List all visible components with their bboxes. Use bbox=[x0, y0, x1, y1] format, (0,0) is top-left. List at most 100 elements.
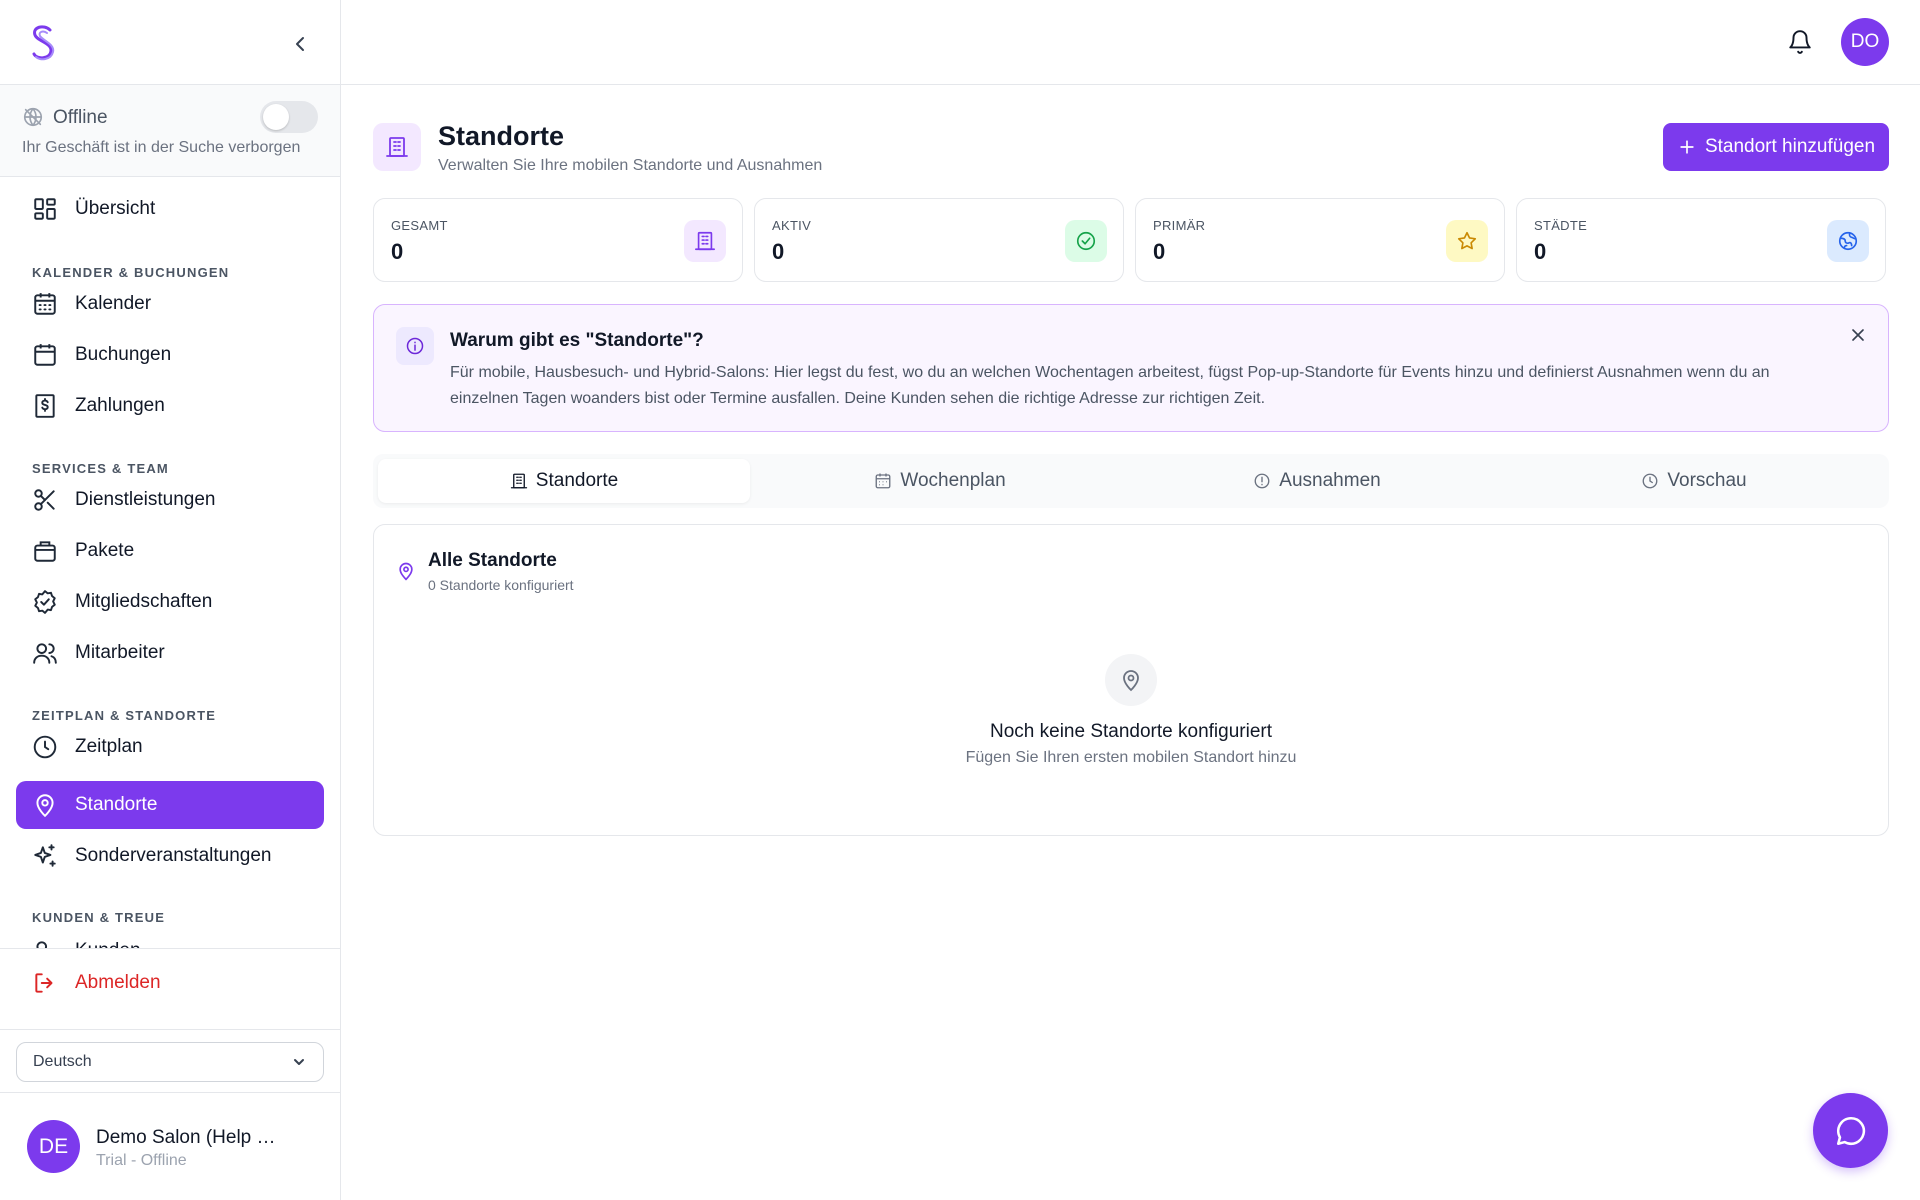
tab-label: Standorte bbox=[535, 470, 619, 491]
page-subtitle: Verwalten Sie Ihre mobilen Standorte und… bbox=[438, 157, 823, 174]
panel-title: Alle Standorte bbox=[428, 550, 557, 571]
stat-label: GESAMT bbox=[391, 218, 448, 233]
nav-section-services: SERVICES & TEAM bbox=[32, 461, 169, 476]
chevron-down-icon bbox=[294, 1059, 304, 1065]
sidebar-item-label: Kalender bbox=[75, 293, 152, 314]
main-content: Standorte Verwalten Sie Ihre mobilen Sta… bbox=[341, 85, 1920, 1200]
sidebar-item-locations[interactable]: Standorte bbox=[16, 781, 324, 829]
calendar-icon bbox=[875, 473, 891, 489]
info-icon bbox=[406, 337, 424, 355]
dashboard-icon bbox=[34, 198, 56, 220]
stat-card-cities: STÄDTE 0 bbox=[1516, 198, 1886, 282]
sidebar-item-special-events[interactable]: Sonderveranstaltungen bbox=[16, 832, 324, 880]
stat-value: 0 bbox=[391, 239, 404, 264]
stat-icon bbox=[1446, 220, 1488, 262]
stat-label: AKTIV bbox=[772, 218, 812, 233]
globe-off-icon bbox=[23, 107, 43, 127]
stat-value: 0 bbox=[1153, 239, 1166, 264]
stat-value: 0 bbox=[1534, 239, 1547, 264]
user-profile[interactable]: DE Demo Salon (Help … Trial - Offline bbox=[0, 1093, 340, 1200]
sidebar-item-schedule[interactable]: Zeitplan bbox=[16, 723, 324, 771]
empty-state-subtitle: Fügen Sie Ihren ersten mobilen Standort … bbox=[965, 749, 1297, 766]
sidebar-nav: Übersicht KALENDER & BUCHUNGEN Kalender … bbox=[0, 177, 340, 949]
tab-weekly-plan[interactable]: Wochenplan bbox=[754, 459, 1126, 503]
chat-button[interactable] bbox=[1813, 1093, 1888, 1168]
star-icon bbox=[1457, 231, 1477, 250]
globe-icon bbox=[1838, 231, 1858, 251]
stat-card-total: GESAMT 0 bbox=[373, 198, 743, 282]
logout-button[interactable]: Abmelden bbox=[32, 970, 161, 996]
locations-panel: Alle Standorte 0 Standorte konfiguriert … bbox=[373, 524, 1889, 836]
logout-icon bbox=[35, 973, 53, 993]
building-icon bbox=[695, 231, 715, 251]
user-name: Demo Salon (Help … bbox=[96, 1127, 276, 1148]
sidebar-item-overview[interactable]: Übersicht bbox=[16, 185, 324, 233]
tab-label: Vorschau bbox=[1667, 470, 1747, 491]
info-banner: Warum gibt es "Standorte"? Für mobile, H… bbox=[373, 304, 1889, 432]
sidebar-item-label: Zahlungen bbox=[75, 395, 165, 416]
building-icon bbox=[386, 137, 408, 157]
sidebar-item-label: Übersicht bbox=[75, 198, 156, 219]
empty-state-icon bbox=[1105, 654, 1157, 706]
language-select[interactable]: Deutsch bbox=[16, 1042, 324, 1082]
building-icon bbox=[510, 473, 527, 489]
tab-locations[interactable]: Standorte bbox=[378, 459, 750, 503]
close-icon[interactable] bbox=[1848, 325, 1868, 345]
avatar[interactable]: DO bbox=[1841, 18, 1889, 66]
map-pin-icon bbox=[399, 562, 413, 581]
calendar-grid-icon bbox=[34, 293, 56, 315]
info-icon-wrap bbox=[396, 327, 434, 365]
tab-preview[interactable]: Vorschau bbox=[1508, 459, 1880, 503]
clock-icon bbox=[33, 735, 57, 759]
sidebar-item-services[interactable]: Dienstleistungen bbox=[16, 476, 324, 524]
stat-card-active: AKTIV 0 bbox=[754, 198, 1124, 282]
tab-exceptions[interactable]: Ausnahmen bbox=[1131, 459, 1503, 503]
plus-icon bbox=[1680, 140, 1694, 154]
add-location-label: Standort hinzufügen bbox=[1704, 136, 1876, 157]
offline-status: Offline Ihr Geschäft ist in der Suche ve… bbox=[0, 85, 340, 177]
chevron-left-icon[interactable] bbox=[288, 32, 312, 56]
language-value: Deutsch bbox=[33, 1053, 92, 1070]
offline-subtitle: Ihr Geschäft ist in der Suche verborgen bbox=[22, 139, 301, 156]
empty-state-title: Noch keine Standorte konfiguriert bbox=[990, 721, 1272, 742]
panel-subtitle: 0 Standorte konfiguriert bbox=[428, 577, 574, 593]
add-location-button[interactable]: Standort hinzufügen bbox=[1663, 123, 1889, 171]
sidebar-item-label: Mitarbeiter bbox=[75, 642, 165, 663]
info-title: Warum gibt es "Standorte"? bbox=[450, 330, 704, 351]
sidebar-item-memberships[interactable]: Mitgliedschaften bbox=[16, 578, 324, 626]
logout-label: Abmelden bbox=[75, 972, 161, 993]
user-status: Trial - Offline bbox=[96, 1152, 187, 1169]
logout-section: Abmelden bbox=[0, 948, 340, 1030]
app-logo-icon[interactable] bbox=[28, 24, 58, 62]
sidebar-item-label: Sonderveranstaltungen bbox=[75, 845, 272, 866]
stat-icon bbox=[684, 220, 726, 262]
receipt-dollar-icon bbox=[35, 394, 55, 418]
stat-value: 0 bbox=[772, 239, 785, 264]
sidebar-item-calendar[interactable]: Kalender bbox=[16, 280, 324, 328]
sidebar-item-bookings[interactable]: Buchungen bbox=[16, 331, 324, 379]
sidebar-item-packages[interactable]: Pakete bbox=[16, 527, 324, 575]
sidebar-item-customers[interactable]: Kunden bbox=[16, 927, 324, 949]
alert-circle-icon bbox=[1254, 473, 1270, 489]
sidebar-item-label: Pakete bbox=[75, 540, 135, 561]
info-text: Für mobile, Hausbesuch- und Hybrid-Salon… bbox=[450, 364, 1770, 407]
offline-toggle[interactable] bbox=[260, 101, 318, 133]
sidebar-item-label: Dienstleistungen bbox=[75, 489, 216, 510]
sidebar-header bbox=[0, 0, 340, 85]
sidebar-item-staff[interactable]: Mitarbeiter bbox=[16, 629, 324, 677]
stat-label: STÄDTE bbox=[1534, 218, 1588, 233]
bell-icon[interactable] bbox=[1787, 29, 1813, 55]
sidebar: Offline Ihr Geschäft ist in der Suche ve… bbox=[0, 0, 341, 1200]
nav-section-calendar: KALENDER & BUCHUNGEN bbox=[32, 265, 230, 280]
tab-bar: Standorte Wochenplan Ausnahmen Vorschau bbox=[373, 454, 1889, 508]
sidebar-item-payments[interactable]: Zahlungen bbox=[16, 382, 324, 430]
sidebar-item-label: Standorte bbox=[75, 794, 158, 815]
package-icon bbox=[34, 541, 56, 562]
page-icon bbox=[373, 123, 421, 171]
users-icon bbox=[33, 643, 57, 664]
tab-label: Ausnahmen bbox=[1279, 470, 1381, 491]
chat-bubble-icon bbox=[1836, 1116, 1865, 1145]
check-circle-icon bbox=[1076, 231, 1096, 251]
badge-check-icon bbox=[34, 590, 56, 614]
stat-icon bbox=[1065, 220, 1107, 262]
